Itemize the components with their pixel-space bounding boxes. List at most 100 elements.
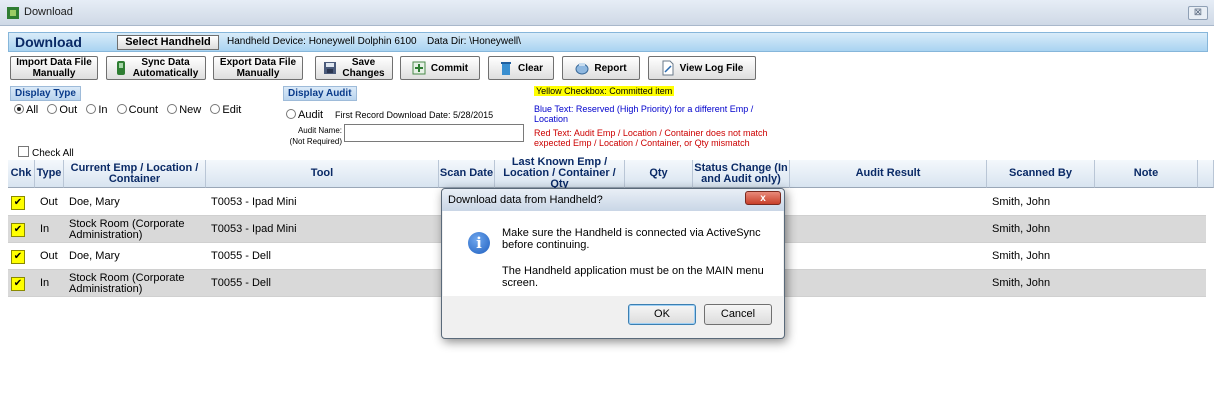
header-scanned-by[interactable]: Scanned By	[987, 160, 1095, 188]
row-type: Out	[40, 250, 58, 262]
commit-icon	[412, 61, 426, 75]
ok-button[interactable]: OK	[628, 304, 696, 325]
handheld-device-info: Handheld Device: Honeywell Dolphin 6100	[227, 36, 417, 47]
row-current-location: Stock Room (Corporate Administration)	[69, 217, 185, 241]
commit-button[interactable]: Commit	[400, 56, 480, 80]
save-icon	[324, 62, 337, 74]
radio-edit-label: Edit	[222, 104, 242, 116]
radio-new[interactable]: New	[167, 104, 201, 116]
select-handheld-button[interactable]: Select Handheld	[117, 35, 219, 50]
row-type: In	[40, 277, 50, 289]
header-audit-result[interactable]: Audit Result	[790, 160, 987, 188]
app-icon	[7, 7, 19, 19]
row-type: Out	[40, 196, 58, 208]
radio-in[interactable]: In	[86, 104, 108, 116]
log-file-icon	[662, 60, 674, 76]
sync-data-button[interactable]: Sync Data Automatically	[106, 56, 206, 80]
header-tool[interactable]: Tool	[206, 160, 439, 188]
check-all-label: Check All	[32, 148, 74, 159]
window-close-icon[interactable]: ⊠	[1188, 6, 1208, 20]
committed-checkbox[interactable]: ✔	[11, 276, 25, 291]
check-all-checkbox[interactable]: Check All	[18, 146, 74, 159]
row-checkbox[interactable]: ✔	[8, 270, 35, 297]
save-label-1: Save	[351, 57, 376, 68]
header-scan-date[interactable]: Scan Date	[439, 160, 495, 188]
radio-edit-indicator	[210, 104, 221, 114]
committed-checkbox[interactable]: ✔	[11, 222, 25, 237]
import-label-2: Manually	[32, 68, 76, 79]
row-checkbox[interactable]: ✔	[8, 243, 35, 270]
page-title: Download	[15, 34, 82, 50]
radio-out-indicator	[47, 104, 58, 114]
row-tool: T0055 - Dell	[211, 277, 271, 289]
row-current-location: Doe, Mary	[69, 196, 120, 208]
header-note[interactable]: Note	[1095, 160, 1198, 188]
clear-button[interactable]: Clear	[488, 56, 554, 80]
header-current-location[interactable]: Current Emp / Location / Container	[64, 160, 206, 188]
dialog-close-icon[interactable]: x	[745, 191, 781, 205]
row-checkbox[interactable]: ✔	[8, 189, 35, 216]
radio-audit[interactable]: Audit	[286, 109, 323, 121]
window-title: Download	[24, 6, 73, 18]
header-qty[interactable]: Qty	[625, 160, 693, 188]
save-label-2: Changes	[342, 68, 385, 79]
commit-label: Commit	[430, 62, 469, 74]
radio-count-label: Count	[128, 104, 159, 116]
row-current-location: Stock Room (Corporate Administration)	[69, 271, 185, 295]
radio-out[interactable]: Out	[47, 104, 77, 116]
radio-new-label: New	[179, 104, 202, 116]
download-confirm-dialog: Download data from Handheld? x i Make su…	[441, 188, 785, 339]
view-log-file-button[interactable]: View Log File	[648, 56, 756, 80]
row-scanned-by: Smith, John	[992, 250, 1051, 262]
row-current-location: Doe, Mary	[69, 250, 120, 262]
audit-name-input[interactable]	[344, 124, 524, 142]
radio-audit-label: Audit	[298, 109, 324, 121]
row-scanned-by: Smith, John	[992, 196, 1051, 208]
row-tool: T0055 - Dell	[211, 250, 271, 262]
radio-count[interactable]: Count	[116, 104, 159, 116]
sync-label-1: Sync Data	[141, 57, 190, 68]
report-icon	[575, 63, 589, 75]
report-button[interactable]: Report	[562, 56, 640, 80]
committed-checkbox[interactable]: ✔	[11, 195, 25, 210]
dialog-message-main-menu: The Handheld application must be on the …	[502, 265, 764, 289]
row-tool: T0053 - Ipad Mini	[211, 223, 297, 235]
view-log-label: View Log File	[679, 62, 744, 74]
sync-label-2: Automatically	[132, 68, 199, 79]
export-label-2: Manually	[236, 68, 280, 79]
header-last-known[interactable]: Last Known Emp / Location / Container / …	[495, 157, 625, 190]
download-header: Download Select Handheld Handheld Device…	[8, 32, 1208, 52]
dialog-title-bar: Download data from Handheld? x	[442, 189, 784, 211]
header-status-change[interactable]: Status Change (In and Audit only)	[693, 160, 790, 188]
save-changes-button[interactable]: Save Changes	[315, 56, 393, 80]
radio-out-label: Out	[59, 104, 78, 116]
radio-all-label: All	[26, 104, 39, 116]
radio-in-label: In	[98, 104, 108, 116]
trash-icon	[500, 62, 511, 75]
window-title-bar: Download ⊠	[0, 0, 1214, 26]
radio-all-indicator	[14, 104, 24, 114]
audit-name-label: Audit Name:	[297, 126, 342, 135]
display-type-title: Display Type	[10, 86, 81, 101]
import-data-file-button[interactable]: Import Data File Manually	[10, 56, 98, 80]
data-dir-info: Data Dir: \Honeywell\	[427, 36, 521, 47]
radio-in-indicator	[86, 104, 97, 114]
header-type[interactable]: Type	[35, 160, 64, 188]
row-checkbox[interactable]: ✔	[8, 216, 35, 243]
export-label-1: Export Data File	[219, 57, 297, 68]
radio-edit[interactable]: Edit	[210, 104, 241, 116]
yellow-checkbox-legend: Yellow Checkbox: Committed item	[534, 86, 675, 96]
dialog-message-connect: Make sure the Handheld is connected via …	[502, 227, 761, 251]
header-chk[interactable]: Chk	[8, 160, 35, 188]
display-type-options: All Out In Count New Edit	[14, 104, 241, 116]
radio-audit-indicator	[286, 109, 296, 119]
cancel-button[interactable]: Cancel	[704, 304, 772, 325]
row-type: In	[40, 223, 50, 235]
radio-all[interactable]: All	[14, 104, 38, 116]
header-filler	[1198, 160, 1214, 188]
radio-count-indicator	[116, 104, 127, 114]
committed-checkbox[interactable]: ✔	[11, 249, 25, 264]
info-icon: i	[468, 232, 490, 254]
import-label-1: Import Data File	[16, 57, 92, 68]
export-data-file-button[interactable]: Export Data File Manually	[213, 56, 303, 80]
